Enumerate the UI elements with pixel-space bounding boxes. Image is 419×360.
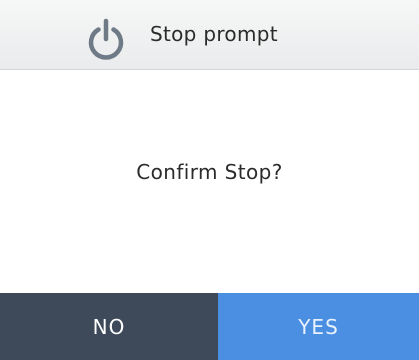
confirm-message: Confirm Stop? [136,160,283,184]
no-button[interactable]: NO [0,293,218,360]
button-bar: NO YES [0,293,419,360]
page-title: Stop prompt [150,22,278,46]
yes-button[interactable]: YES [218,293,419,360]
header-bar: Stop prompt [0,0,419,70]
power-icon [86,18,126,62]
stop-prompt-screen: Stop prompt Confirm Stop? NO YES [0,0,419,360]
